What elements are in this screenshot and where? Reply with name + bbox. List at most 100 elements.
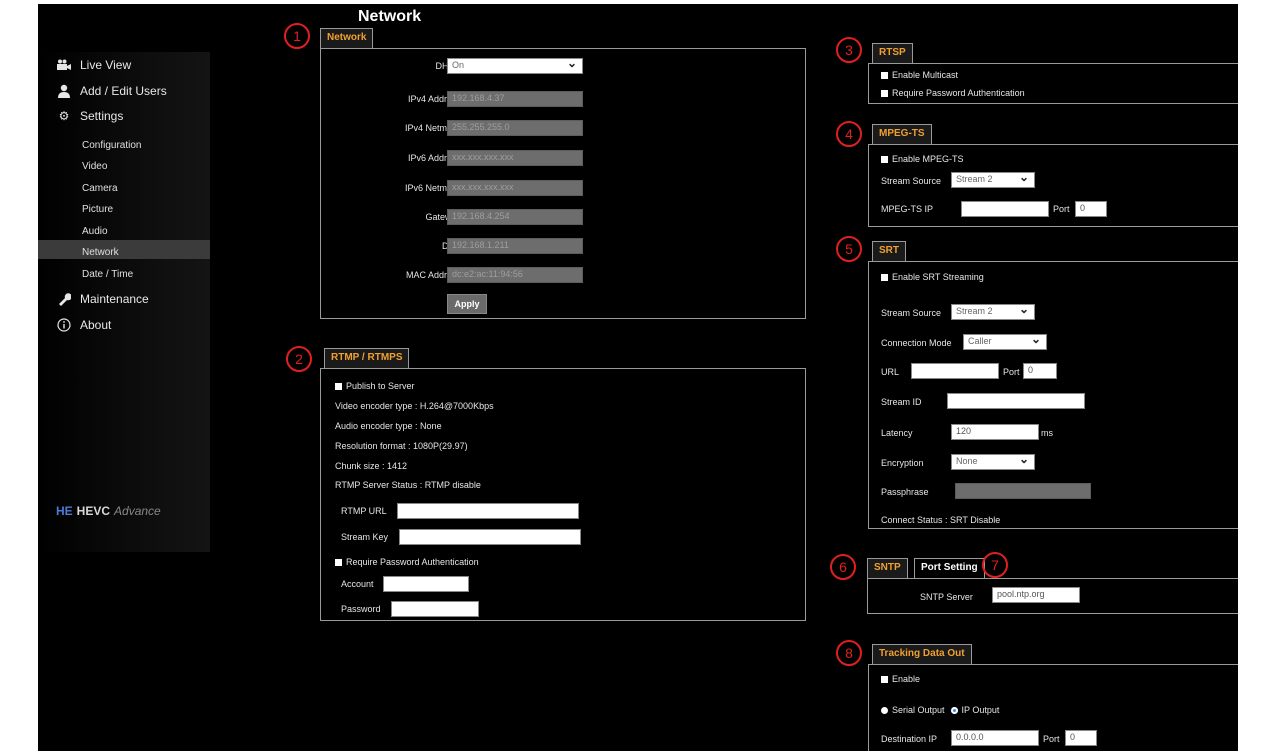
- user-icon: [56, 84, 72, 98]
- serial-output-radio[interactable]: Serial Output: [881, 705, 945, 715]
- sntp-server-input[interactable]: pool.ntp.org: [992, 587, 1080, 603]
- rtmp-panel: Publish to Server Video encoder type : H…: [320, 368, 806, 621]
- sntp-server-label: SNTP Server: [920, 592, 973, 602]
- sidebar-item-label: Settings: [80, 109, 124, 123]
- mpegts-ip-label: MPEG-TS IP: [881, 204, 934, 214]
- tab-srt[interactable]: SRT: [872, 241, 906, 261]
- srt-source-select[interactable]: Stream 2: [951, 302, 1035, 320]
- account-input[interactable]: [383, 576, 469, 592]
- callout-badge: 3: [836, 37, 862, 63]
- checkbox-box: [881, 155, 888, 163]
- sntp-panel: SNTP Server pool.ntp.org: [867, 578, 1238, 614]
- ipv6-field[interactable]: xxx.xxx.xxx.xxx: [447, 150, 583, 166]
- destination-ip-label: Destination IP: [881, 734, 938, 744]
- sidebar-sub-picture[interactable]: Picture: [82, 204, 113, 215]
- rtmp-url-label: RTMP URL: [341, 506, 387, 516]
- ipv4-label: IPv4 Address: [407, 94, 461, 104]
- tab-port-setting[interactable]: Port Setting: [914, 558, 985, 578]
- radio-dot-selected: [950, 706, 958, 714]
- rtmp-require-auth-checkbox[interactable]: Require Password Authentication: [335, 557, 479, 567]
- apply-button[interactable]: Apply: [447, 294, 487, 314]
- tab-tracking-data-out[interactable]: Tracking Data Out: [872, 644, 972, 664]
- password-label: Password: [341, 604, 381, 614]
- mpegts-source-select[interactable]: Stream 2: [951, 170, 1035, 188]
- sidebar-sub-audio[interactable]: Audio: [82, 226, 108, 237]
- srt-url-label: URL: [881, 367, 900, 377]
- sidebar-item-label: Maintenance: [80, 292, 149, 306]
- srt-stream-id-label: Stream ID: [881, 397, 922, 407]
- sidebar-sub-date-time[interactable]: Date / Time: [82, 269, 133, 280]
- radio-label: Serial Output: [892, 705, 945, 715]
- stream-key-input[interactable]: [399, 529, 581, 545]
- ipv6-label: IPv6 Address: [407, 153, 461, 163]
- sidebar-item-about[interactable]: About: [56, 318, 111, 332]
- checkbox-label: Enable: [892, 674, 921, 684]
- checkbox-box: [881, 89, 888, 97]
- checkbox-label: Publish to Server: [346, 381, 415, 391]
- srt-stream-id-input[interactable]: [947, 393, 1085, 409]
- multicast-checkbox[interactable]: Enable Multicast: [881, 70, 958, 80]
- srt-latency-input[interactable]: 120: [951, 424, 1039, 440]
- srt-url-input[interactable]: [911, 363, 999, 379]
- tab-rtmp[interactable]: RTMP / RTMPS: [324, 348, 410, 368]
- rtmp-url-input[interactable]: [397, 503, 579, 519]
- srt-source-label: Stream Source: [881, 308, 942, 318]
- mpegts-ip-input[interactable]: [961, 201, 1049, 217]
- callout-badge: 1: [284, 23, 310, 49]
- destination-ip-input[interactable]: 0.0.0.0: [951, 730, 1039, 746]
- publish-checkbox[interactable]: Publish to Server: [335, 381, 415, 391]
- dhcp-select[interactable]: On: [447, 56, 583, 74]
- sidebar-item-settings[interactable]: ⚙ Settings: [56, 109, 124, 123]
- tab-rtsp[interactable]: RTSP: [872, 43, 913, 63]
- netmask-field[interactable]: 255.255.255.0: [447, 120, 583, 136]
- srt-port-input[interactable]: 0: [1023, 363, 1057, 379]
- mpegts-panel: Enable MPEG-TS Stream Source Stream 2 MP…: [868, 144, 1238, 227]
- mac-field: dc:e2:ac:11:94:56: [447, 267, 583, 283]
- tab-sntp[interactable]: SNTP: [867, 558, 908, 578]
- tab-mpegts[interactable]: MPEG-TS: [872, 124, 932, 144]
- srt-passphrase-label: Passphrase: [881, 487, 929, 497]
- tab-network[interactable]: Network: [320, 28, 374, 48]
- logo-suffix: Advance: [114, 504, 161, 518]
- page-title: Network: [358, 8, 422, 25]
- checkbox-label: Require Password Authentication: [892, 88, 1025, 98]
- callout-badge: 4: [836, 121, 862, 147]
- checkbox-label: Enable SRT Streaming: [892, 272, 984, 282]
- dns-field[interactable]: 192.168.1.211: [447, 238, 583, 254]
- video-camera-icon: [56, 58, 72, 72]
- sidebar-sub-video[interactable]: Video: [82, 161, 107, 172]
- mpegts-port-input[interactable]: 0: [1075, 201, 1107, 217]
- srt-mode-select[interactable]: Caller: [963, 332, 1047, 350]
- sidebar-sub-camera[interactable]: Camera: [82, 183, 118, 194]
- mpegts-enable-checkbox[interactable]: Enable MPEG-TS: [881, 154, 964, 164]
- srt-latency-unit: ms: [1041, 428, 1053, 438]
- password-input[interactable]: [391, 601, 479, 617]
- callout-badge: 2: [286, 346, 312, 372]
- sidebar-item-live-view[interactable]: Live View: [56, 58, 131, 72]
- tracking-panel: Enable Serial Output IP Output Destinati…: [868, 664, 1238, 751]
- ipv6-netmask-field[interactable]: xxx.xxx.xxx.xxx: [447, 180, 583, 196]
- checkbox-label: Enable MPEG-TS: [892, 154, 964, 164]
- srt-passphrase-input[interactable]: [955, 483, 1091, 499]
- sidebar-item-maintenance[interactable]: Maintenance: [56, 292, 149, 306]
- sidebar-item-add-edit-users[interactable]: Add / Edit Users: [56, 84, 167, 98]
- account-label: Account: [341, 579, 374, 589]
- srt-mode-label: Connection Mode: [881, 338, 952, 348]
- srt-enable-checkbox[interactable]: Enable SRT Streaming: [881, 272, 984, 282]
- ipv6-netmask-label: IPv6 Netmask: [404, 183, 461, 193]
- srt-encryption-select[interactable]: None: [951, 452, 1035, 470]
- sidebar-sub-network[interactable]: Network: [82, 247, 119, 258]
- ip-output-radio[interactable]: IP Output: [950, 705, 999, 715]
- tracking-enable-checkbox[interactable]: Enable: [881, 674, 920, 684]
- resolution-text: Resolution format : 1080P(29.97): [335, 441, 468, 451]
- tracking-port-input[interactable]: 0: [1065, 730, 1097, 746]
- rtsp-require-auth-checkbox[interactable]: Require Password Authentication: [881, 88, 1025, 98]
- mpegts-source-label: Stream Source: [881, 176, 942, 186]
- rtmp-status-text: RTMP Server Status : RTMP disable: [335, 480, 481, 490]
- gateway-field[interactable]: 192.168.4.254: [447, 209, 583, 225]
- srt-status-text: Connect Status : SRT Disable: [881, 515, 1001, 525]
- ipv4-field[interactable]: 192.168.4.37: [447, 91, 583, 107]
- checkbox-label: Require Password Authentication: [346, 557, 479, 567]
- callout-badge: 5: [836, 236, 862, 262]
- sidebar-sub-configuration[interactable]: Configuration: [82, 140, 141, 151]
